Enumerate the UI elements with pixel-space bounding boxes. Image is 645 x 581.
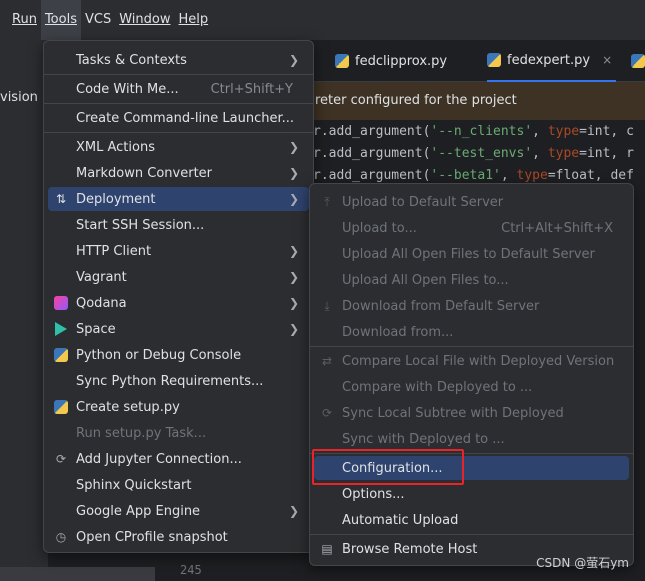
menu-help[interactable]: Help	[174, 0, 212, 40]
menu-item-tasks-contexts[interactable]: Tasks & Contexts ❯	[48, 48, 309, 72]
chevron-right-icon: ❯	[288, 296, 299, 310]
tab-fedclipprox[interactable]: fedclipprox.py	[335, 40, 447, 82]
watermark: CSDN @萤石ym	[536, 556, 629, 570]
sync-icon: ⟳	[321, 406, 333, 420]
menu-item-space[interactable]: Space ❯	[48, 317, 309, 341]
menu-item-upload-all-default[interactable]: Upload All Open Files to Default Server	[314, 242, 629, 266]
python-icon	[54, 400, 68, 414]
menu-item-sync-requirements[interactable]: Sync Python Requirements...	[48, 369, 309, 393]
project-tree-text: vision [	[0, 90, 48, 105]
close-icon[interactable]: ×	[602, 53, 612, 67]
menu-item-create-launcher[interactable]: Create Command-line Launcher...	[48, 106, 309, 130]
chevron-right-icon: ❯	[288, 270, 299, 284]
menu-item-download-from[interactable]: Download from...	[314, 320, 629, 344]
python-file-icon	[335, 54, 349, 68]
tab-fedexpert[interactable]: fedexpert.py ×	[487, 40, 617, 82]
chevron-right-icon: ❯	[288, 192, 299, 206]
download-icon: ⤓	[324, 298, 330, 313]
tools-menu: Tasks & Contexts ❯ Code With Me... Ctrl+…	[43, 40, 314, 553]
code-line: r.add_argument('--beta1', type=float, de…	[313, 168, 634, 183]
menu-bar: Run Tools VCS Window Help	[0, 0, 645, 40]
menu-item-upload-to[interactable]: Upload to... Ctrl+Alt+Shift+X	[314, 216, 629, 240]
tab-overflow[interactable]	[631, 40, 645, 82]
remote-host-icon: ▤	[321, 542, 333, 556]
line-number: 245	[180, 563, 202, 577]
menu-item-compare-deployed[interactable]: Compare with Deployed to ...	[314, 375, 629, 399]
python-icon	[54, 348, 68, 362]
chevron-right-icon: ❯	[288, 166, 299, 180]
chevron-right-icon: ❯	[288, 53, 299, 67]
menu-item-python-console[interactable]: Python or Debug Console	[48, 343, 309, 367]
left-scrollbar[interactable]	[0, 567, 155, 581]
upload-icon: ⤒	[324, 194, 330, 209]
menu-window[interactable]: Window	[115, 0, 174, 40]
menu-item-qodana[interactable]: Qodana ❯	[48, 291, 309, 315]
menu-item-vagrant[interactable]: Vagrant ❯	[48, 265, 309, 289]
menu-separator	[310, 534, 633, 535]
menu-item-sphinx[interactable]: Sphinx Quickstart	[48, 473, 309, 497]
menu-item-configuration[interactable]: Configuration...	[314, 456, 629, 480]
menu-item-sync-subtree[interactable]: ⟳ Sync Local Subtree with Deployed	[314, 401, 629, 425]
menu-item-upload-all-to[interactable]: Upload All Open Files to...	[314, 268, 629, 292]
chevron-right-icon: ❯	[288, 322, 299, 336]
deployment-icon: ⇅	[55, 192, 67, 206]
deployment-submenu: ⤒ Upload to Default Server Upload to... …	[309, 183, 634, 566]
menu-vcs[interactable]: VCS	[81, 0, 115, 40]
chevron-right-icon: ❯	[288, 140, 299, 154]
code-line: r.add_argument('--n_clients', type=int, …	[313, 124, 634, 139]
chevron-right-icon: ❯	[288, 244, 299, 258]
menu-run[interactable]: Run	[0, 0, 41, 40]
menu-item-create-setup[interactable]: Create setup.py	[48, 395, 309, 419]
menu-tools[interactable]: Tools	[40, 0, 81, 40]
interpreter-warning-banner: reter configured for the project	[313, 82, 645, 120]
python-file-icon	[487, 53, 501, 67]
space-icon	[54, 322, 68, 336]
menu-item-add-jupyter[interactable]: ⟳ Add Jupyter Connection...	[48, 447, 309, 471]
menu-item-automatic-upload[interactable]: Automatic Upload	[314, 508, 629, 532]
menu-item-http-client[interactable]: HTTP Client ❯	[48, 239, 309, 263]
menu-separator	[310, 346, 633, 347]
compare-icon: ⇄	[321, 354, 333, 368]
menu-item-google-app-engine[interactable]: Google App Engine ❯	[48, 499, 309, 523]
menu-separator	[44, 132, 313, 133]
jupyter-icon: ⟳	[55, 452, 67, 466]
menu-item-upload-default[interactable]: ⤒ Upload to Default Server	[314, 190, 629, 214]
menu-item-options[interactable]: Options...	[314, 482, 629, 506]
menu-item-markdown-converter[interactable]: Markdown Converter ❯	[48, 161, 309, 185]
menu-separator	[44, 74, 313, 75]
menu-item-download-default[interactable]: ⤓ Download from Default Server	[314, 294, 629, 318]
menu-item-code-with-me[interactable]: Code With Me... Ctrl+Shift+Y	[48, 77, 309, 101]
menu-separator	[310, 453, 633, 454]
menu-item-run-setup-task[interactable]: Run setup.py Task...	[48, 421, 309, 445]
menu-item-open-cprofile[interactable]: ◷ Open CProfile snapshot	[48, 525, 309, 549]
editor-tabs: fedclipprox.py fedexpert.py ×	[313, 40, 645, 82]
cprofile-icon: ◷	[55, 530, 67, 544]
menu-item-xml-actions[interactable]: XML Actions ❯	[48, 135, 309, 159]
menu-item-sync-deployed[interactable]: Sync with Deployed to ...	[314, 427, 629, 451]
project-pane: vision [	[0, 40, 48, 581]
chevron-right-icon: ❯	[288, 504, 299, 518]
qodana-icon	[54, 296, 68, 310]
python-file-icon	[631, 54, 645, 68]
menu-item-deployment[interactable]: ⇅ Deployment ❯	[48, 187, 309, 211]
menu-separator	[44, 103, 313, 104]
code-line: r.add_argument('--test_envs', type=int, …	[313, 146, 634, 161]
menu-item-compare-local[interactable]: ⇄ Compare Local File with Deployed Versi…	[314, 349, 629, 373]
menu-item-start-ssh[interactable]: Start SSH Session...	[48, 213, 309, 237]
